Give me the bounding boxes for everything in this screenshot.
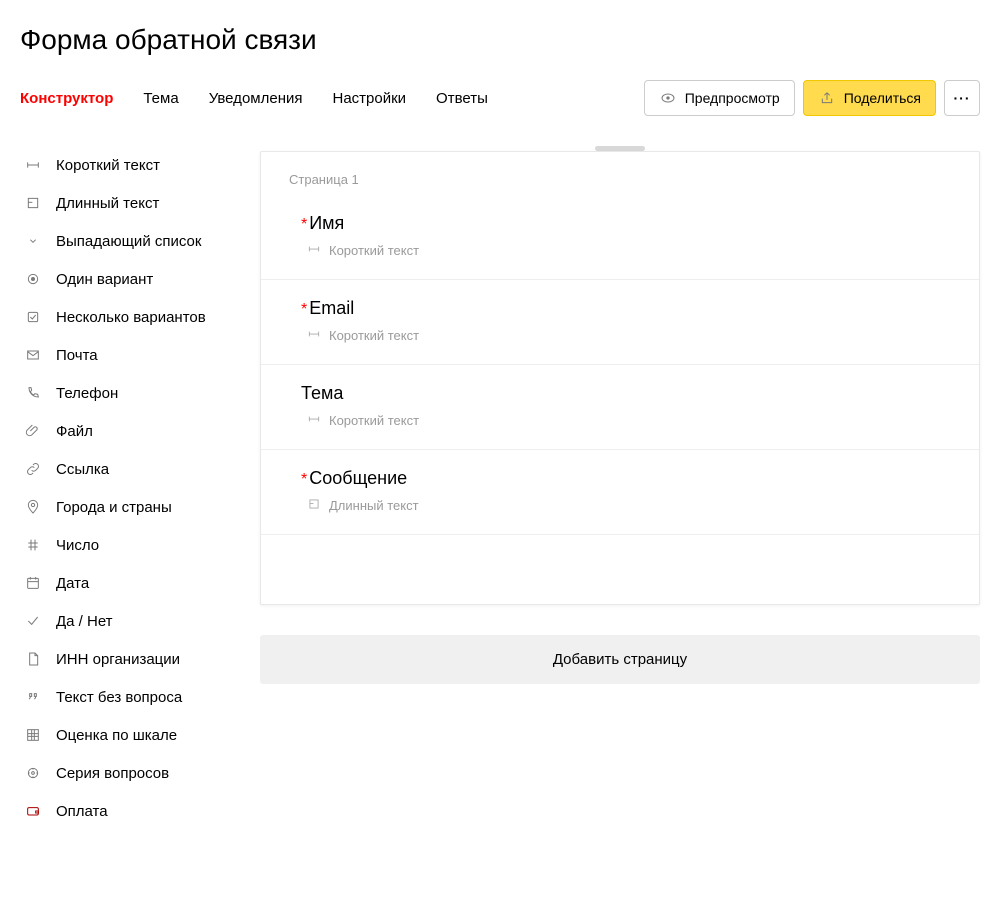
sidebar-item-label: Почта xyxy=(56,347,98,364)
tab-theme[interactable]: Тема xyxy=(143,90,178,107)
add-page-button[interactable]: Добавить страницу xyxy=(260,635,980,684)
check-icon xyxy=(24,612,42,630)
document-icon xyxy=(24,650,42,668)
question-type-sidebar: Короткий текст Длинный текст Выпадающий … xyxy=(20,146,230,830)
sidebar-item-label: Несколько вариантов xyxy=(56,309,206,326)
quote-icon xyxy=(24,688,42,706)
field-row[interactable]: *Имя Короткий текст xyxy=(261,195,979,279)
sidebar-item-label: Дата xyxy=(56,575,89,592)
mail-icon xyxy=(24,346,42,364)
field-row[interactable]: *Email Короткий текст xyxy=(261,279,979,364)
more-button[interactable]: ··· xyxy=(944,80,980,116)
sidebar-item-scale[interactable]: Оценка по шкале xyxy=(20,716,230,754)
long-text-icon xyxy=(24,194,42,212)
more-icon: ··· xyxy=(954,90,971,106)
sidebar-item-label: Один вариант xyxy=(56,271,153,288)
calendar-icon xyxy=(24,574,42,592)
field-type-label: Короткий текст xyxy=(329,243,419,258)
sidebar-item-multi-choice[interactable]: Несколько вариантов xyxy=(20,298,230,336)
short-text-icon xyxy=(307,327,321,344)
dropdown-icon xyxy=(24,232,42,250)
sidebar-item-mail[interactable]: Почта xyxy=(20,336,230,374)
sidebar-item-label: Города и страны xyxy=(56,499,172,516)
grid-icon xyxy=(24,726,42,744)
link-icon xyxy=(24,460,42,478)
hash-icon xyxy=(24,536,42,554)
short-text-icon xyxy=(24,156,42,174)
field-label: Тема xyxy=(301,383,343,403)
short-text-icon xyxy=(307,242,321,259)
sidebar-item-dropdown[interactable]: Выпадающий список xyxy=(20,222,230,260)
share-label: Поделиться xyxy=(844,90,921,106)
field-type-label: Короткий текст xyxy=(329,413,419,428)
main-tabs: Конструктор Тема Уведомления Настройки О… xyxy=(20,90,612,107)
preview-label: Предпросмотр xyxy=(685,90,780,106)
sidebar-item-link[interactable]: Ссылка xyxy=(20,450,230,488)
tab-settings[interactable]: Настройки xyxy=(332,90,406,107)
sidebar-item-number[interactable]: Число xyxy=(20,526,230,564)
sidebar-item-label: ИНН организации xyxy=(56,651,180,668)
field-label: Имя xyxy=(309,213,344,233)
sidebar-item-label: Да / Нет xyxy=(56,613,113,630)
required-marker: * xyxy=(301,471,307,488)
field-row[interactable]: Тема Короткий текст xyxy=(261,364,979,449)
eye-icon xyxy=(659,89,677,107)
field-label: Email xyxy=(309,298,354,318)
sidebar-item-date[interactable]: Дата xyxy=(20,564,230,602)
sidebar-item-inn[interactable]: ИНН организации xyxy=(20,640,230,678)
tab-answers[interactable]: Ответы xyxy=(436,90,488,107)
page-label: Страница 1 xyxy=(261,152,979,195)
share-icon xyxy=(818,89,836,107)
required-marker: * xyxy=(301,216,307,233)
sidebar-item-label: Серия вопросов xyxy=(56,765,169,782)
sidebar-item-label: Ссылка xyxy=(56,461,109,478)
sidebar-item-label: Короткий текст xyxy=(56,157,160,174)
card-drop-area[interactable] xyxy=(261,534,979,604)
field-label: Сообщение xyxy=(309,468,407,488)
field-type-label: Короткий текст xyxy=(329,328,419,343)
sidebar-item-label: Длинный текст xyxy=(56,195,159,212)
field-row[interactable]: *Сообщение Длинный текст xyxy=(261,449,979,534)
sidebar-item-text-no-question[interactable]: Текст без вопроса xyxy=(20,678,230,716)
sidebar-item-cities[interactable]: Города и страны xyxy=(20,488,230,526)
short-text-icon xyxy=(307,412,321,429)
pin-icon xyxy=(24,498,42,516)
phone-icon xyxy=(24,384,42,402)
long-text-icon xyxy=(307,497,321,514)
tab-notifications[interactable]: Уведомления xyxy=(209,90,303,107)
sidebar-item-label: Число xyxy=(56,537,99,554)
sidebar-item-label: Файл xyxy=(56,423,93,440)
radio-icon xyxy=(24,270,42,288)
required-marker: * xyxy=(301,301,307,318)
paperclip-icon xyxy=(24,422,42,440)
sidebar-item-single-choice[interactable]: Один вариант xyxy=(20,260,230,298)
field-type-label: Длинный текст xyxy=(329,498,419,513)
sidebar-item-label: Оплата xyxy=(56,803,108,820)
sidebar-item-payment[interactable]: Оплата xyxy=(20,792,230,830)
share-button[interactable]: Поделиться xyxy=(803,80,936,116)
sidebar-item-label: Текст без вопроса xyxy=(56,689,182,706)
page-card: Страница 1 *Имя Короткий текст *Email Ко… xyxy=(260,151,980,605)
form-title: Форма обратной связи xyxy=(20,0,980,72)
series-icon xyxy=(24,764,42,782)
sidebar-item-label: Выпадающий список xyxy=(56,233,201,250)
sidebar-item-short-text[interactable]: Короткий текст xyxy=(20,146,230,184)
wallet-icon xyxy=(24,802,42,820)
preview-button[interactable]: Предпросмотр xyxy=(644,80,795,116)
sidebar-item-yesno[interactable]: Да / Нет xyxy=(20,602,230,640)
sidebar-item-label: Оценка по шкале xyxy=(56,727,177,744)
sidebar-item-label: Телефон xyxy=(56,385,118,402)
sidebar-item-long-text[interactable]: Длинный текст xyxy=(20,184,230,222)
sidebar-item-series[interactable]: Серия вопросов xyxy=(20,754,230,792)
checkbox-icon xyxy=(24,308,42,326)
sidebar-item-phone[interactable]: Телефон xyxy=(20,374,230,412)
tab-constructor[interactable]: Конструктор xyxy=(20,90,113,107)
sidebar-item-file[interactable]: Файл xyxy=(20,412,230,450)
